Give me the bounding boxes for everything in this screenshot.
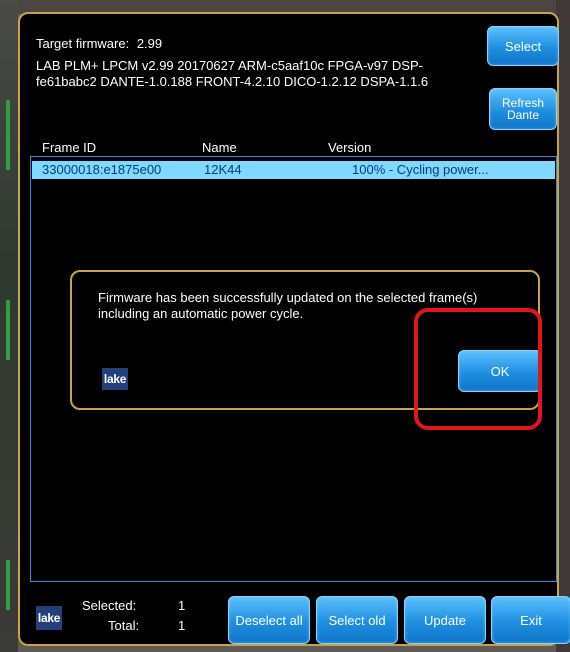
select-button[interactable]: Select bbox=[487, 26, 559, 66]
background-green-strip bbox=[6, 300, 10, 360]
selected-count: 1 bbox=[178, 598, 186, 613]
lake-logo-footer: lake bbox=[36, 606, 62, 630]
target-firmware-value: 2.99 bbox=[136, 36, 163, 51]
exit-button[interactable]: Exit bbox=[491, 596, 570, 644]
column-frame-id: Frame ID bbox=[42, 140, 97, 155]
table-row[interactable]: 33000018:e1875e00 12K44 100% - Cycling p… bbox=[32, 161, 555, 179]
lake-logo: lake bbox=[102, 368, 128, 390]
firmware-info: LAB PLM+ LPCM v2.99 20170627 ARM-c5aaf10… bbox=[36, 58, 429, 89]
refresh-dante-button[interactable]: Refresh Dante bbox=[489, 88, 557, 130]
ok-button-highlight bbox=[414, 308, 542, 430]
selected-label: Selected: bbox=[82, 598, 137, 613]
row-frame-id: 33000018:e1875e00 bbox=[42, 162, 162, 177]
background-green-strip bbox=[6, 100, 10, 170]
column-version: Version bbox=[328, 140, 372, 155]
total-count: 1 bbox=[178, 618, 186, 633]
row-name: 12K44 bbox=[204, 162, 242, 177]
column-name: Name bbox=[202, 140, 237, 155]
deselect-all-button[interactable]: Deselect all bbox=[228, 596, 310, 644]
refresh-dante-label-2: Dante bbox=[506, 108, 540, 122]
target-firmware-label: Target firmware: bbox=[36, 36, 130, 51]
background-green-strip bbox=[6, 560, 10, 610]
row-version: 100% - Cycling power... bbox=[352, 162, 489, 177]
total-label: Total: bbox=[108, 618, 140, 633]
table-header: Frame ID Name Version bbox=[30, 140, 557, 157]
select-old-button[interactable]: Select old bbox=[316, 596, 398, 644]
target-firmware-line: Target firmware: 2.99 bbox=[36, 36, 162, 51]
update-button[interactable]: Update bbox=[404, 596, 486, 644]
